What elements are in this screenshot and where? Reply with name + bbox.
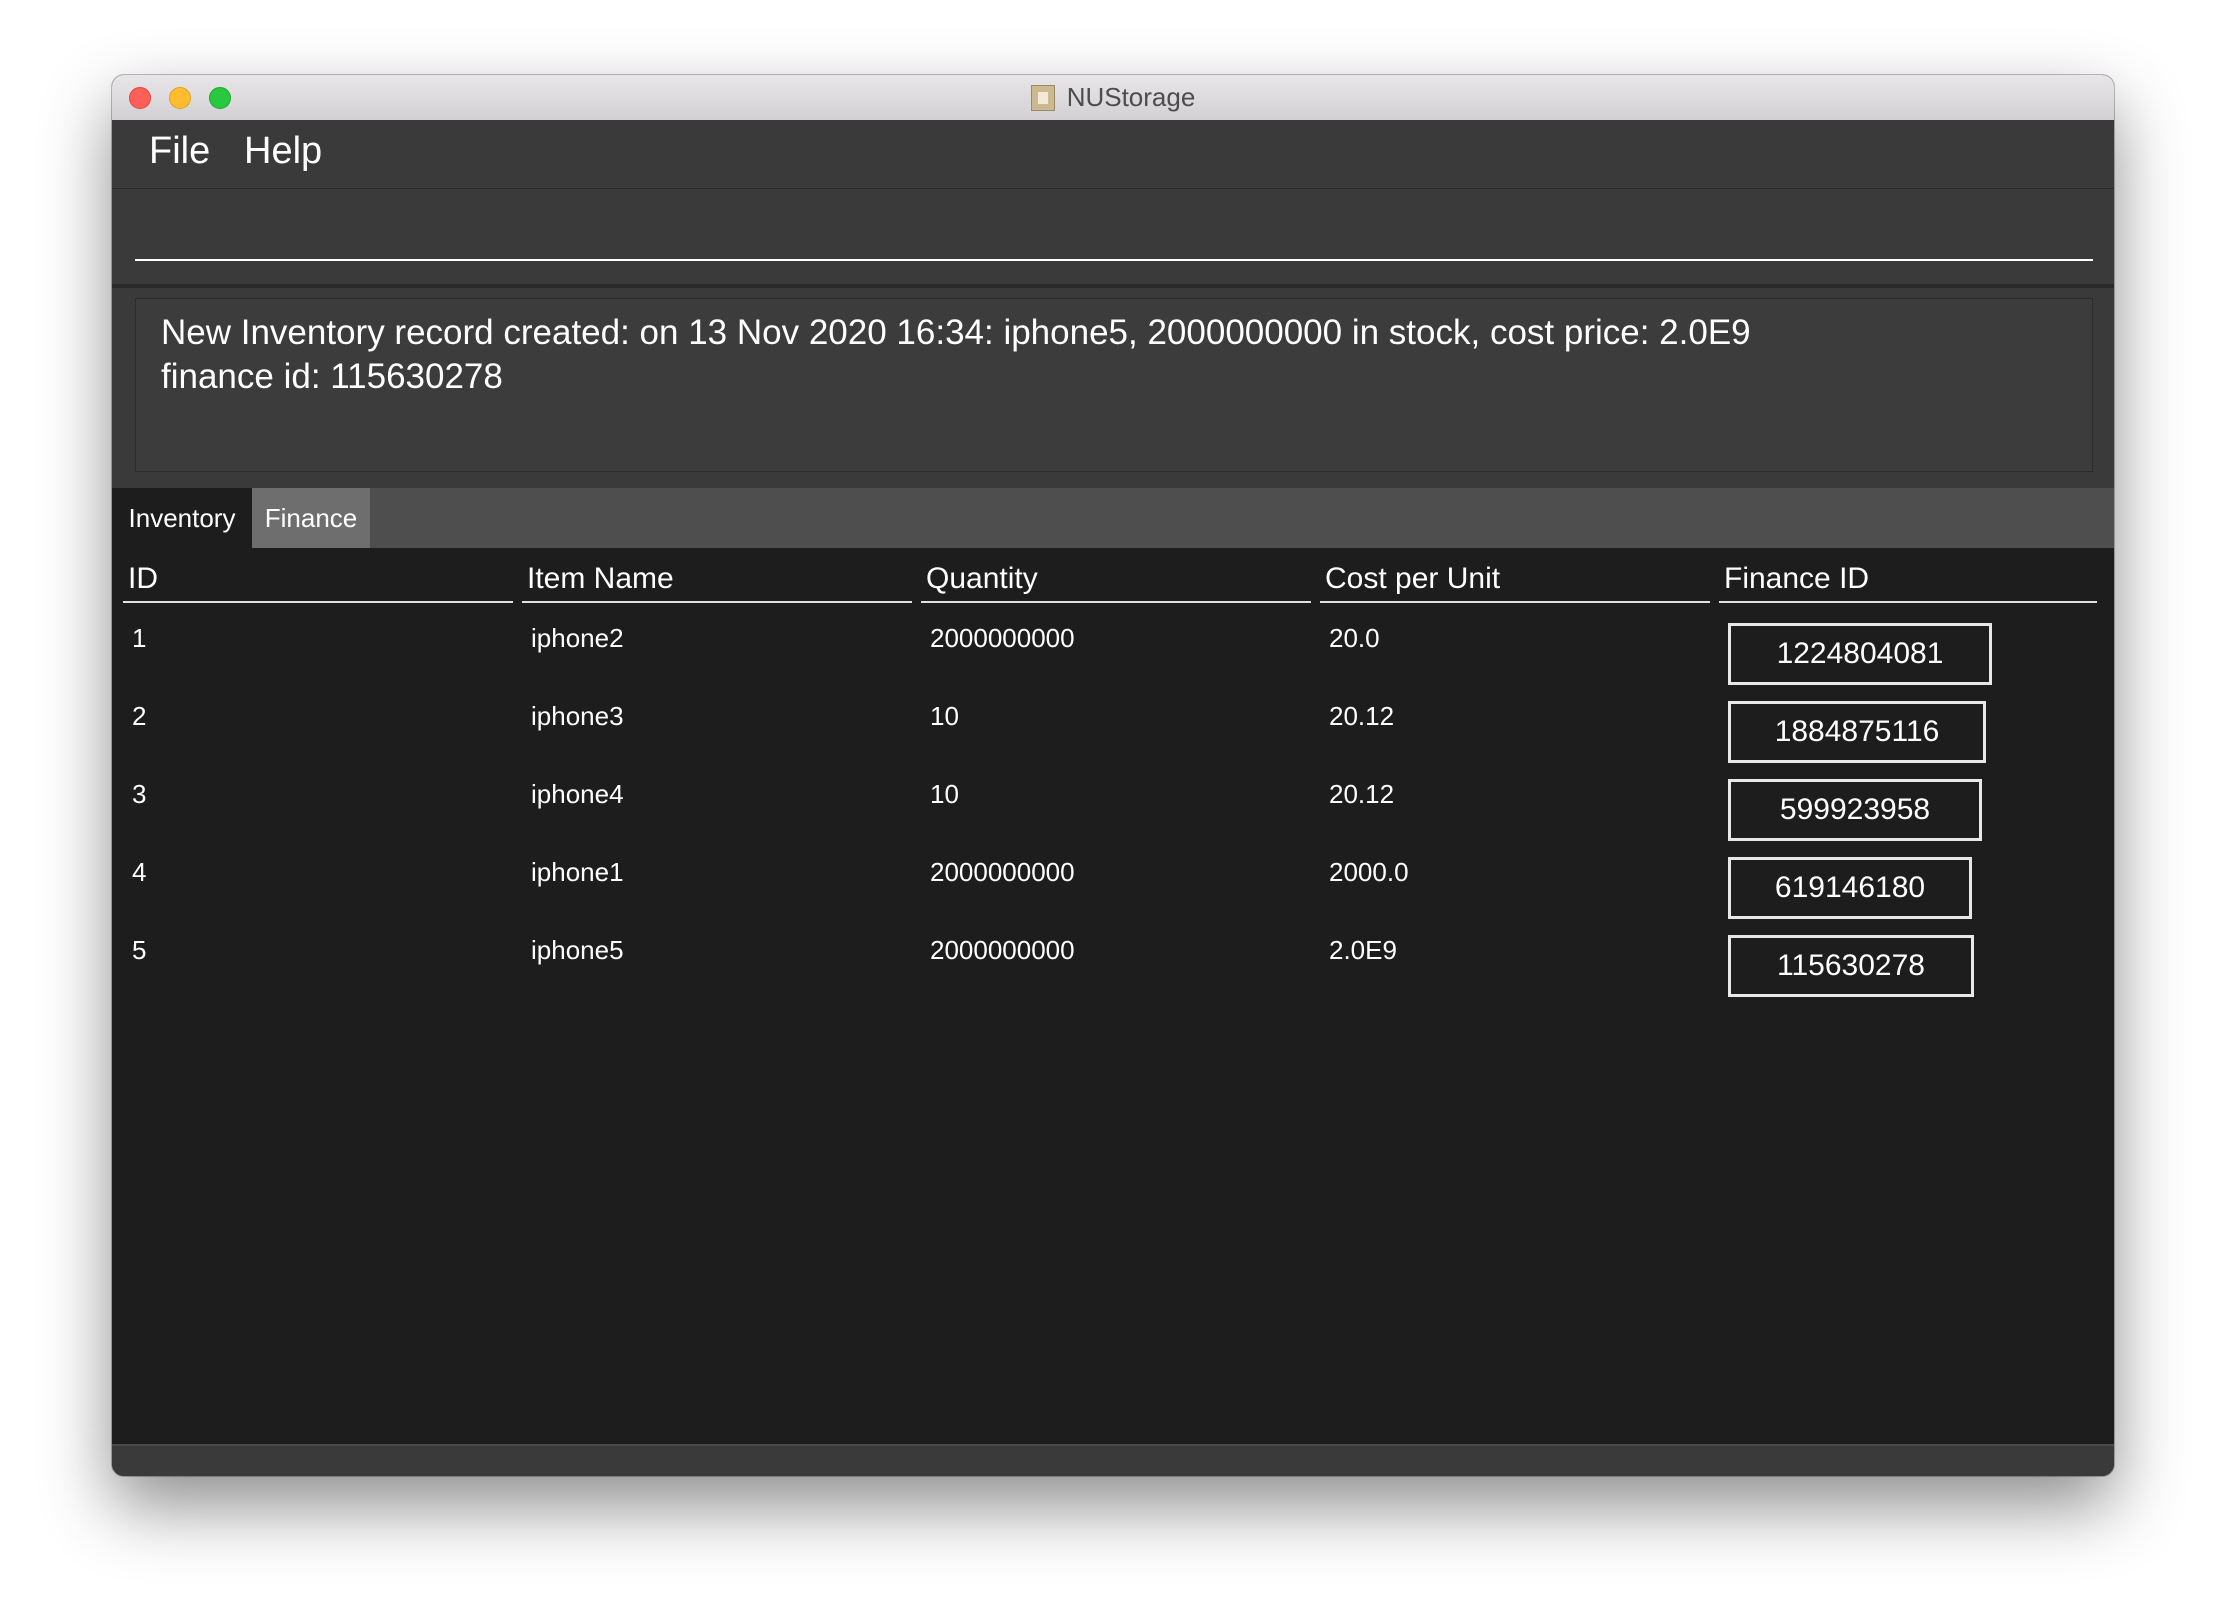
cell-quantity: 10 (930, 701, 959, 731)
title-bar[interactable]: NUStorage (112, 75, 2114, 121)
finance-id-badge[interactable]: 1884875116 (1728, 701, 1986, 763)
column-header-quantity[interactable]: Quantity (921, 560, 1311, 603)
cell-quantity: 10 (930, 779, 959, 809)
column-header-id-label: ID (128, 562, 158, 595)
column-header-finance-id[interactable]: Finance ID (1719, 560, 2097, 603)
cell-id: 2 (132, 701, 147, 731)
menu-help[interactable]: Help (244, 130, 322, 173)
cell-item-name: iphone2 (531, 623, 624, 653)
cell-cost: 20.12 (1329, 701, 1395, 731)
column-header-item-name[interactable]: Item Name (522, 560, 912, 603)
status-bar (112, 1444, 2114, 1476)
cell-item-name: iphone4 (531, 779, 624, 809)
table-row[interactable]: 3 iphone4 10 20.12 599923958 (112, 779, 2114, 857)
command-input[interactable] (135, 209, 2093, 261)
window-title: NUStorage (1066, 82, 1196, 112)
column-header-quantity-label: Quantity (926, 562, 1038, 595)
cell-cost: 20.0 (1329, 623, 1380, 653)
command-box-area (112, 189, 2114, 284)
result-line-1: New Inventory record created: on 13 Nov … (161, 313, 1751, 352)
finance-id-badge[interactable]: 115630278 (1728, 935, 1974, 997)
cell-quantity: 2000000000 (930, 935, 1075, 965)
inventory-table: ID Item Name Quantity Cost per Unit Fina… (112, 548, 2114, 1444)
cell-id: 1 (132, 623, 147, 653)
app-window: NUStorage File Help New Inventory record… (112, 75, 2114, 1476)
finance-id-badge[interactable]: 599923958 (1728, 779, 1982, 841)
result-display-area: New Inventory record created: on 13 Nov … (112, 288, 2114, 488)
column-header-cost-per-unit[interactable]: Cost per Unit (1320, 560, 1710, 603)
cell-quantity: 2000000000 (930, 623, 1075, 653)
tab-inventory[interactable]: Inventory (112, 488, 252, 548)
cell-cost: 20.12 (1329, 779, 1395, 809)
column-header-id[interactable]: ID (123, 560, 513, 603)
table-row[interactable]: 2 iphone3 10 20.12 1884875116 (112, 701, 2114, 779)
finance-id-badge[interactable]: 1224804081 (1728, 623, 1992, 685)
cell-item-name: iphone5 (531, 935, 624, 965)
column-header-cost-per-unit-label: Cost per Unit (1325, 562, 1501, 595)
cell-id: 3 (132, 779, 147, 809)
menu-bar: File Help (112, 120, 2114, 189)
column-header-finance-id-label: Finance ID (1724, 562, 1870, 595)
result-line-2: finance id: 115630278 (161, 357, 503, 396)
cell-item-name: iphone3 (531, 701, 624, 731)
cell-cost: 2000.0 (1329, 857, 1409, 887)
tab-finance[interactable]: Finance (252, 488, 370, 548)
table-row[interactable]: 4 iphone1 2000000000 2000.0 619146180 (112, 857, 2114, 935)
cell-cost: 2.0E9 (1329, 935, 1397, 965)
cell-quantity: 2000000000 (930, 857, 1075, 887)
app-document-icon (1030, 84, 1055, 111)
cell-id: 5 (132, 935, 147, 965)
finance-id-badge[interactable]: 619146180 (1728, 857, 1972, 919)
table-row[interactable]: 1 iphone2 2000000000 20.0 1224804081 (112, 623, 2114, 701)
tab-bar: Inventory Finance (112, 488, 2114, 548)
menu-file[interactable]: File (149, 130, 210, 173)
table-row[interactable]: 5 iphone5 2000000000 2.0E9 115630278 (112, 935, 2114, 1013)
window-title-wrap: NUStorage (112, 75, 2114, 120)
result-display[interactable]: New Inventory record created: on 13 Nov … (135, 298, 2093, 472)
cell-item-name: iphone1 (531, 857, 624, 887)
cell-id: 4 (132, 857, 147, 887)
column-header-item-name-label: Item Name (527, 562, 674, 595)
